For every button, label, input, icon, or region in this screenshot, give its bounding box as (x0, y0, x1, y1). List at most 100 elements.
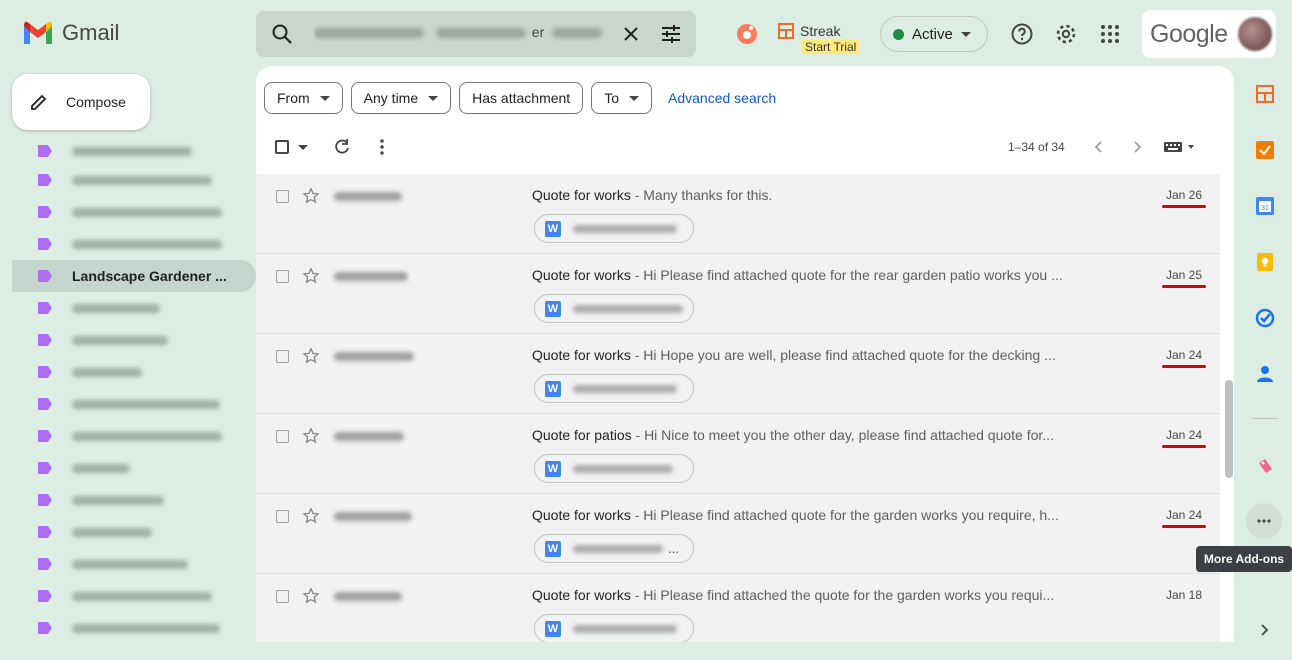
email-row[interactable]: Quote for works - Many thanks for this. … (256, 174, 1220, 254)
row-checkbox[interactable] (276, 190, 289, 203)
chevron-right-icon[interactable] (1128, 138, 1146, 156)
email-subject-line: Quote for works - Hi Please find attache… (532, 587, 1112, 603)
word-doc-icon: W (545, 380, 561, 397)
chevron-left-icon[interactable] (1090, 138, 1108, 156)
sidebar-label-item[interactable] (0, 612, 256, 644)
word-doc-icon: W (545, 300, 561, 317)
streak-sidebar-icon[interactable] (1254, 83, 1276, 105)
attachment-chip[interactable]: W (534, 294, 694, 323)
redacted-label-name (72, 239, 222, 249)
sidebar-label-item[interactable] (0, 420, 256, 452)
input-tools-keyboard-icon[interactable] (1164, 140, 1198, 154)
redacted-attachment-name (573, 304, 683, 313)
word-doc-icon: W (545, 540, 561, 557)
google-tasks-icon[interactable] (1254, 307, 1276, 329)
redacted-label-name (72, 527, 152, 537)
sidebar-label-item[interactable] (0, 228, 256, 260)
status-dropdown[interactable]: Active (880, 16, 988, 52)
google-account-button[interactable]: Google (1142, 10, 1276, 58)
email-row[interactable]: Quote for works - Hi Please find attache… (256, 574, 1220, 642)
compose-button[interactable]: Compose (12, 74, 150, 130)
streak-button[interactable]: Streak Start Trial (778, 23, 860, 54)
label-icon (38, 430, 52, 442)
email-row[interactable]: Quote for works - Hi Please find attache… (256, 254, 1220, 334)
search-options-icon[interactable] (660, 23, 682, 45)
select-menu-chevron-icon[interactable] (298, 145, 308, 150)
attachment-chip[interactable]: W (534, 454, 694, 483)
expand-side-panel-chevron-icon[interactable] (1256, 622, 1272, 638)
sidebar-label-item[interactable] (0, 452, 256, 484)
redacted-label-name (72, 367, 142, 377)
email-subject-line: Quote for patios - Hi Nice to meet you t… (532, 427, 1112, 443)
sidebar-label-item[interactable] (0, 138, 256, 164)
star-icon[interactable] (302, 507, 320, 525)
filter-chip-any-time[interactable]: Any time (350, 82, 452, 114)
email-subject: Quote for works (532, 267, 631, 283)
row-checkbox[interactable] (276, 590, 289, 603)
sidebar-label-item[interactable] (0, 484, 256, 516)
gmail-m-icon (24, 21, 52, 44)
row-checkbox[interactable] (276, 430, 289, 443)
word-doc-icon: W (545, 620, 561, 637)
gmail-logo[interactable]: Gmail (22, 20, 119, 46)
sidebar-label-item[interactable] (0, 388, 256, 420)
attachment-chip[interactable]: W (534, 374, 694, 403)
attachment-chip[interactable]: W (534, 614, 694, 642)
sidebar-label-item[interactable] (0, 580, 256, 612)
email-snippet: - Hi Nice to meet you the other day, ple… (631, 427, 1054, 443)
filter-chip-to[interactable]: To (591, 82, 652, 114)
attachment-chip[interactable]: W... (534, 534, 694, 563)
sidebar-label-item[interactable] (0, 516, 256, 548)
email-subject: Quote for works (532, 347, 631, 363)
select-all-checkbox[interactable] (275, 140, 289, 154)
email-row[interactable]: Quote for patios - Hi Nice to meet you t… (256, 414, 1220, 494)
label-icon (38, 302, 52, 314)
star-icon[interactable] (302, 347, 320, 365)
sidebar-label-item[interactable] (0, 548, 256, 580)
attachment-chip[interactable]: W (534, 214, 694, 243)
more-add-ons-button[interactable] (1246, 503, 1282, 539)
star-icon[interactable] (302, 267, 320, 285)
search-bar[interactable]: er (256, 11, 696, 57)
apps-grid-icon[interactable] (1098, 22, 1122, 46)
more-options-icon[interactable] (372, 137, 392, 157)
search-input[interactable]: er (314, 24, 620, 44)
label-icon (38, 494, 52, 506)
hubspot-icon[interactable] (735, 22, 759, 46)
chip-label: To (604, 90, 619, 106)
star-icon[interactable] (302, 427, 320, 445)
filter-chip-has-attachment[interactable]: Has attachment (459, 82, 584, 114)
row-checkbox[interactable] (276, 270, 289, 283)
clear-search-icon[interactable] (620, 23, 642, 45)
addon-bookmark-icon[interactable] (1254, 455, 1276, 477)
sidebar-label-item[interactable] (0, 292, 256, 324)
sidebar-label-item[interactable] (0, 196, 256, 228)
filter-chip-from[interactable]: From (264, 82, 343, 114)
star-icon[interactable] (302, 187, 320, 205)
email-row[interactable]: Quote for works - Hi Please find attache… (256, 494, 1220, 574)
refresh-icon[interactable] (332, 137, 352, 157)
search-redacted-text (435, 28, 526, 39)
search-filter-chips: From Any time Has attachment To Advanced… (264, 82, 776, 114)
streak-start-trial[interactable]: Start Trial (802, 40, 860, 54)
sidebar-label-item[interactable] (0, 356, 256, 388)
email-subject-line: Quote for works - Hi Please find attache… (532, 507, 1112, 523)
advanced-search-link[interactable]: Advanced search (668, 90, 776, 106)
pencil-icon (31, 94, 47, 110)
google-calendar-icon[interactable]: 31 (1254, 195, 1276, 217)
google-keep-icon[interactable] (1254, 251, 1276, 273)
row-checkbox[interactable] (276, 350, 289, 363)
scrollbar-thumb[interactable] (1225, 380, 1233, 478)
search-icon[interactable] (270, 22, 294, 46)
google-contacts-icon[interactable] (1254, 363, 1276, 385)
tasks-checkbox-icon[interactable] (1254, 139, 1276, 161)
row-checkbox[interactable] (276, 510, 289, 523)
email-subject-line: Quote for works - Hi Please find attache… (532, 267, 1112, 283)
email-row[interactable]: Quote for works - Hi Hope you are well, … (256, 334, 1220, 414)
sidebar-item-landscape-gardener[interactable]: Landscape Gardener ... (12, 260, 256, 292)
help-icon[interactable] (1010, 22, 1034, 46)
settings-gear-icon[interactable] (1054, 22, 1078, 46)
sidebar-label-item[interactable] (0, 324, 256, 356)
star-icon[interactable] (302, 587, 320, 605)
sidebar-label-item[interactable] (0, 164, 256, 196)
